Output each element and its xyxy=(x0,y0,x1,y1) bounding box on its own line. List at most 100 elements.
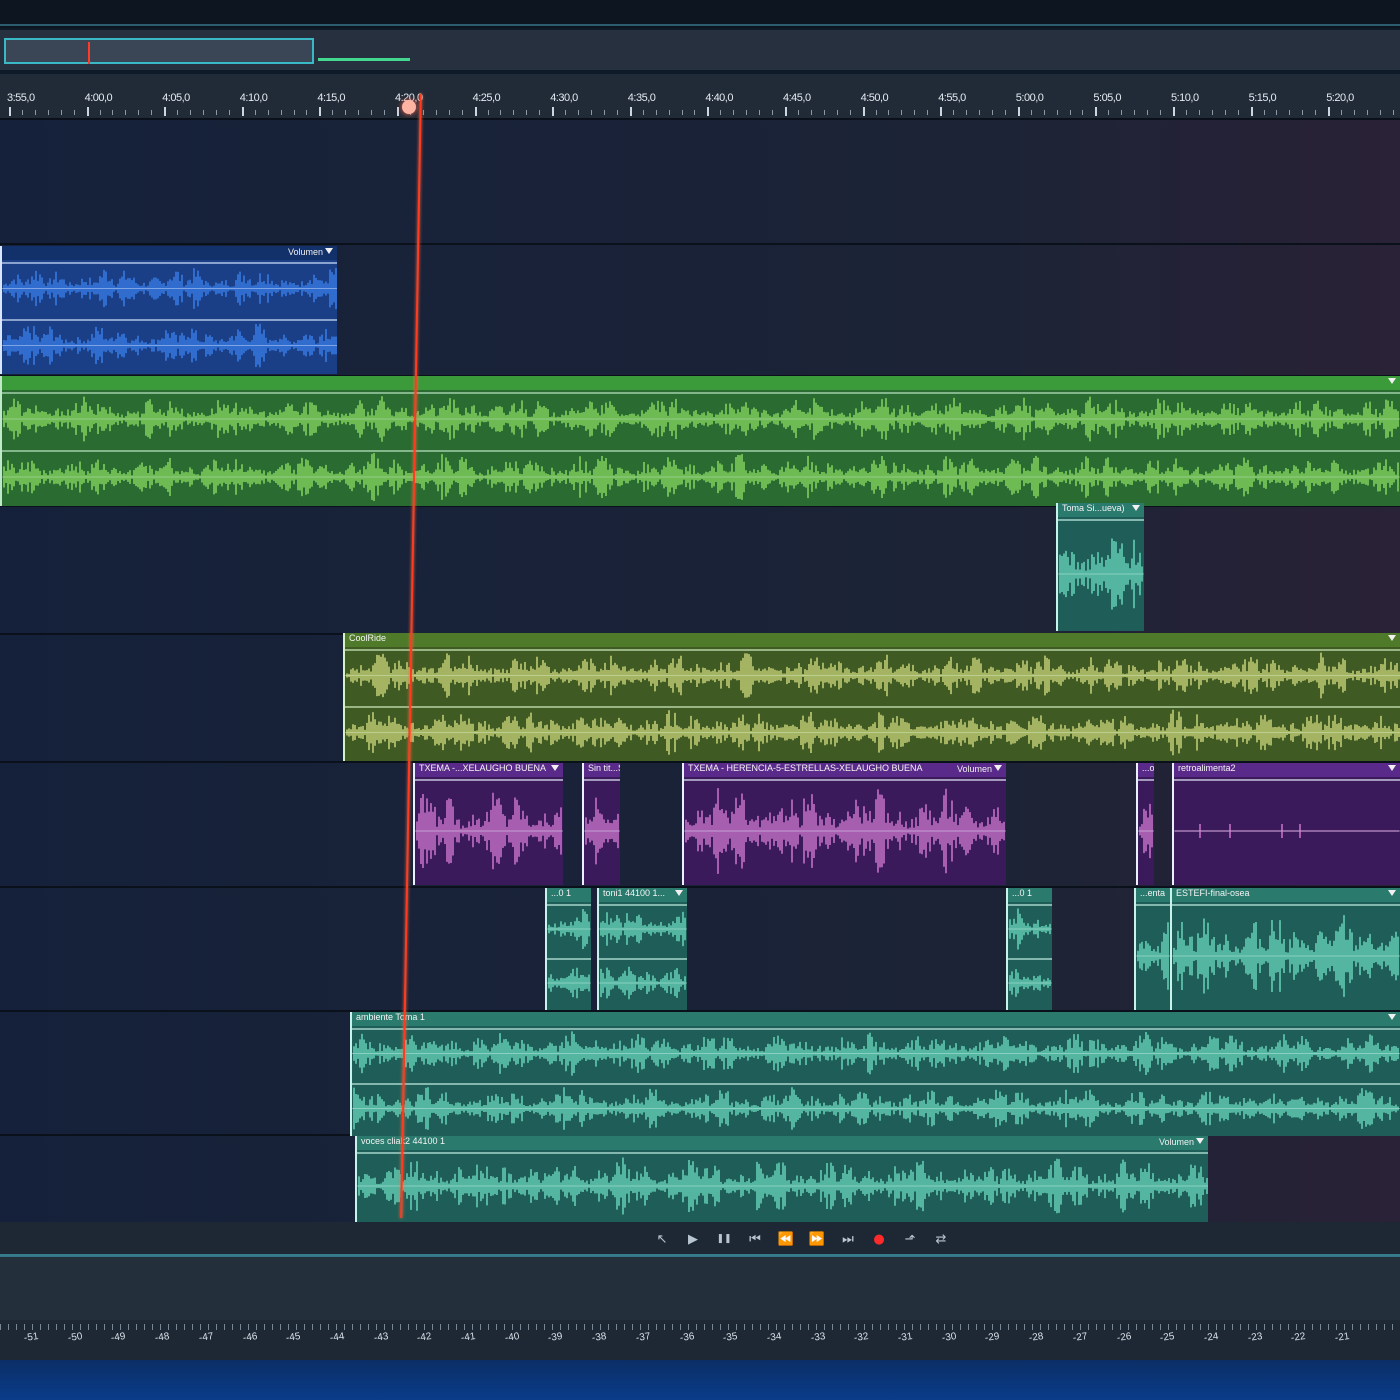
ruler-minor-tick xyxy=(1043,110,1045,115)
track-lane[interactable] xyxy=(0,118,1400,243)
ruler-minor-tick xyxy=(60,110,62,115)
meter-scale-label: -44 xyxy=(329,1331,346,1344)
ruler-minor-tick xyxy=(21,110,23,115)
ruler-minor-tick xyxy=(901,110,903,115)
audio-clip[interactable]: TXEMA - HERENCIA-5-ESTRELLAS-XELAUGHO BU… xyxy=(682,763,1006,885)
ruler-minor-tick xyxy=(384,110,386,115)
ruler-minor-tick xyxy=(1082,110,1084,115)
meter-scale-label: -24 xyxy=(1203,1331,1220,1344)
record-icon[interactable]: ● xyxy=(869,1230,889,1248)
meter-scale-label: -23 xyxy=(1246,1331,1263,1344)
meter-scale-label: -38 xyxy=(591,1331,608,1344)
audio-clip[interactable]: Sin tit...S xyxy=(582,763,620,885)
meter-scale-label: -51 xyxy=(23,1331,40,1344)
ruler-minor-tick xyxy=(616,110,618,115)
ruler-minor-tick xyxy=(603,110,605,115)
clip-menu-icon[interactable] xyxy=(1132,505,1140,511)
ruler-minor-tick xyxy=(448,110,450,115)
clip-volume-label[interactable]: Volumen xyxy=(957,764,992,774)
ruler-minor-tick xyxy=(1004,110,1006,115)
track-area[interactable]: Volumen Toma Si...ueva) CoolRide TXEMA -...… xyxy=(0,118,1400,1223)
audio-clip[interactable]: ambiente Toma 1 xyxy=(350,1012,1400,1136)
ruler-minor-tick xyxy=(332,110,334,115)
meter-scale-label: -21 xyxy=(1334,1331,1351,1344)
audio-clip[interactable] xyxy=(0,376,1400,506)
ruler-minor-tick xyxy=(797,110,799,115)
clip-title: Sin tit...S xyxy=(584,763,620,777)
track-lane[interactable] xyxy=(0,505,1400,633)
clip-title: ...0 1 xyxy=(547,888,591,902)
clip-volume-label[interactable]: Volumen xyxy=(1159,1137,1194,1147)
fast-forward-icon[interactable]: ⏩ xyxy=(807,1230,827,1248)
clip-menu-icon[interactable] xyxy=(1388,1014,1396,1020)
audio-clip[interactable]: ...o xyxy=(1136,763,1154,885)
audio-clip[interactable]: Volumen xyxy=(0,246,337,374)
audio-clip[interactable]: toni1 44100 1... xyxy=(597,888,687,1010)
ruler-major-tick xyxy=(241,107,244,116)
ruler-minor-tick xyxy=(125,110,127,115)
clip-volume-label[interactable]: Volumen xyxy=(288,247,323,257)
ruler-minor-tick xyxy=(1121,110,1123,115)
ruler-minor-tick xyxy=(500,110,502,115)
skip-forward-icon[interactable]: ⏭ xyxy=(838,1230,858,1248)
meter-ticks xyxy=(0,1324,1400,1330)
clip-waveform xyxy=(1058,519,1144,610)
ruler-minor-tick xyxy=(371,110,373,115)
clip-menu-icon[interactable] xyxy=(994,765,1002,771)
clip-menu-icon[interactable] xyxy=(1388,378,1396,384)
clip-menu-icon[interactable] xyxy=(675,890,683,896)
loop-icon[interactable]: ⇄ xyxy=(931,1230,951,1248)
ruler-minor-tick xyxy=(306,110,308,115)
audio-clip[interactable]: retroalimenta2 xyxy=(1172,763,1400,885)
ruler-minor-tick xyxy=(772,110,774,115)
ruler-major-tick xyxy=(474,107,477,116)
playhead-handle[interactable] xyxy=(402,100,416,114)
session-overview[interactable] xyxy=(0,30,1400,70)
ruler-minor-tick xyxy=(513,110,515,115)
ruler-minor-tick xyxy=(979,110,980,115)
clip-menu-icon[interactable] xyxy=(1388,635,1396,641)
clip-menu-icon[interactable] xyxy=(325,248,333,254)
ruler-major-tick xyxy=(1250,107,1253,116)
audio-clip[interactable]: ESTEFI-final-osea xyxy=(1170,888,1400,1010)
clip-title: ambiente Toma 1 xyxy=(352,1012,1400,1026)
meter-scale-label: -37 xyxy=(635,1331,651,1344)
clip-menu-icon[interactable] xyxy=(551,765,559,771)
timeline-ruler[interactable]: 3:55,0 4:00,0 4:05,0 4:10,0 4:15,0 4:20,0 4:25… xyxy=(0,74,1400,119)
clip-menu-icon[interactable] xyxy=(1196,1138,1204,1144)
play-icon[interactable]: ▶ xyxy=(683,1230,703,1248)
ruler-minor-tick xyxy=(914,110,916,115)
clip-menu-icon[interactable] xyxy=(1388,765,1396,771)
audio-clip[interactable]: ...enta xyxy=(1134,888,1170,1010)
export-icon[interactable]: ⬏ xyxy=(900,1230,920,1248)
cursor-icon[interactable]: ↖ xyxy=(652,1230,672,1248)
audio-clip[interactable]: CoolRide xyxy=(343,633,1400,761)
audio-clip[interactable]: ...0 1 xyxy=(1006,888,1052,1010)
pause-icon[interactable]: ❚❚ xyxy=(714,1230,734,1248)
clip-title xyxy=(2,376,1400,390)
ruler-minor-tick xyxy=(681,110,683,115)
ruler-minor-tick xyxy=(526,110,528,115)
ruler-major-tick xyxy=(552,107,555,116)
ruler-tick-label: 4:25,0 xyxy=(472,92,501,104)
clip-waveform xyxy=(547,904,591,999)
audio-clip[interactable]: TXEMA -...XELAUGHO BUENA xyxy=(413,763,563,885)
ruler-minor-tick xyxy=(487,110,489,115)
meter-scale-label: -30 xyxy=(940,1331,957,1344)
ruler-major-tick xyxy=(862,107,865,116)
audio-clip[interactable]: voces cliak2 44100 1 Volumen xyxy=(355,1136,1208,1222)
clip-title xyxy=(2,246,337,260)
ruler-minor-tick xyxy=(694,110,696,115)
ruler-minor-tick xyxy=(151,110,153,115)
audio-clip[interactable]: ...0 1 xyxy=(545,888,591,1010)
ruler-tick-label: 4:15,0 xyxy=(317,92,345,104)
rewind-icon[interactable]: ⏪ xyxy=(776,1230,796,1248)
overview-playhead xyxy=(88,42,90,64)
audio-clip[interactable]: Toma Si...ueva) xyxy=(1056,503,1144,631)
ruler-minor-tick xyxy=(810,110,812,115)
skip-back-icon[interactable]: ⏮ xyxy=(745,1230,765,1248)
ruler-minor-tick xyxy=(203,110,204,115)
overview-visible-range[interactable] xyxy=(4,38,314,64)
clip-menu-icon[interactable] xyxy=(1388,890,1396,896)
ruler-tick-label: 5:20,0 xyxy=(1326,92,1354,104)
